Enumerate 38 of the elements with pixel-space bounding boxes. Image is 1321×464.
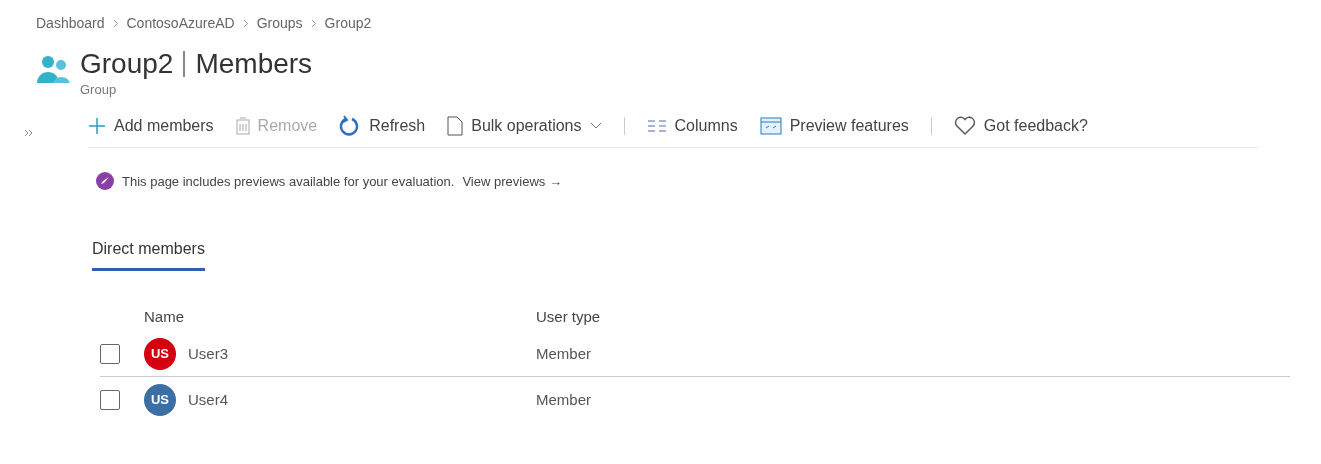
page-section: Members xyxy=(195,48,313,80)
avatar: US xyxy=(144,383,176,416)
user-name[interactable]: User3 xyxy=(188,345,228,362)
chevron-icon xyxy=(310,18,317,28)
expand-icon[interactable] xyxy=(24,128,33,137)
chevron-down-icon xyxy=(589,122,602,130)
group-icon xyxy=(36,54,70,84)
trash-icon xyxy=(235,117,250,135)
toolbar-button[interactable]: Got feedback? xyxy=(953,116,1088,136)
page-title: Group2 xyxy=(80,48,174,80)
chevron-icon xyxy=(112,18,119,28)
breadcrumb-link[interactable]: Dashboard xyxy=(36,15,105,31)
notice-text: This page includes previews available for your evaluation. xyxy=(122,173,455,189)
toolbar-button[interactable]: Columns xyxy=(646,117,738,135)
breadcrumb-link[interactable]: Group2 xyxy=(324,15,372,31)
toolbar-button[interactable]: Refresh xyxy=(339,115,426,137)
user-name[interactable]: User4 xyxy=(188,391,228,408)
heart-icon xyxy=(953,116,976,136)
row-checkbox[interactable] xyxy=(100,389,120,410)
breadcrumb-link[interactable]: Groups xyxy=(256,15,303,31)
chevron-icon xyxy=(242,18,249,28)
user-type: Member xyxy=(536,345,592,362)
toolbar-button[interactable]: Preview features xyxy=(759,117,909,135)
preview-icon xyxy=(759,117,782,135)
view-previews-link[interactable]: View previews → xyxy=(462,173,562,189)
toolbar-button[interactable]: Bulk operations xyxy=(447,116,602,136)
column-header: User type xyxy=(536,307,602,325)
avatar: US xyxy=(144,337,176,370)
document-icon xyxy=(447,116,464,136)
columns-icon xyxy=(646,119,667,133)
user-type: Member xyxy=(536,391,592,408)
toolbar-button[interactable]: Add members xyxy=(88,117,214,135)
breadcrumb-link[interactable]: ContosoAzureAD xyxy=(126,15,235,31)
column-header: Name xyxy=(144,307,185,325)
tab[interactable]: Direct members xyxy=(92,240,205,271)
page-subtitle: Group xyxy=(80,82,118,97)
row-checkbox[interactable] xyxy=(100,343,120,364)
plus-icon xyxy=(88,117,106,135)
